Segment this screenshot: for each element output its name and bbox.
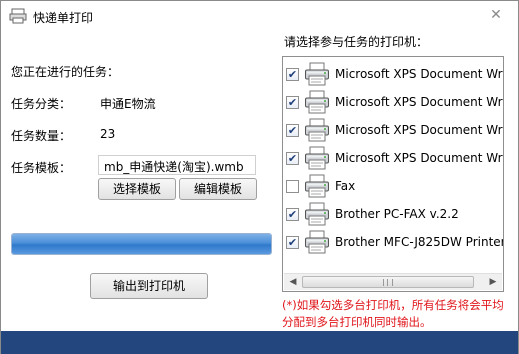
scroll-left-icon[interactable]: ◀ — [286, 276, 300, 288]
status-bar — [1, 331, 518, 354]
select-template-button[interactable]: 选择模板 — [98, 178, 176, 200]
app-printer-icon — [9, 8, 27, 24]
printer-name: Microsoft XPS Document Writer — [335, 67, 504, 81]
printer-name: Brother MFC-J825DW Printer — [335, 235, 504, 249]
title-bar: 快递单打印 ✕ — [1, 1, 518, 31]
window-title: 快递单打印 — [33, 11, 94, 25]
count-label: 任务数量： — [11, 129, 72, 143]
scroll-thumb[interactable] — [302, 276, 474, 288]
category-value: 申通E物流 — [100, 97, 156, 111]
printer-checkbox[interactable]: ✔ — [286, 124, 299, 137]
printer-icon — [304, 90, 330, 114]
close-icon[interactable]: ✕ — [488, 7, 504, 23]
printer-checkbox[interactable] — [286, 180, 299, 193]
edit-template-button[interactable]: 编辑模板 — [179, 178, 257, 200]
printer-name: Microsoft XPS Document Writer — [335, 151, 504, 165]
printer-icon — [304, 202, 330, 226]
progress-bar — [11, 233, 272, 255]
progress-fill — [12, 234, 271, 254]
template-label: 任务模板： — [11, 161, 72, 175]
printer-item[interactable]: ✔ Microsoft XPS Document Writer — [283, 116, 503, 144]
template-field[interactable]: mb_申通快递(淘宝).wmb — [98, 155, 256, 175]
tasks-heading: 您正在进行的任务： — [11, 65, 120, 79]
printer-list[interactable]: ✔ Microsoft XPS Document Writer ✔ Microsoft… — [282, 56, 504, 292]
count-value: 23 — [100, 127, 116, 141]
printer-checkbox[interactable]: ✔ — [286, 208, 299, 221]
printer-name: Microsoft XPS Document Writer — [335, 123, 504, 137]
printer-item[interactable]: ✔ Brother MFC-J825DW Printer — [283, 228, 503, 256]
printer-checkbox[interactable]: ✔ — [286, 236, 299, 249]
printer-icon — [304, 230, 330, 254]
printer-item[interactable]: ✔ Microsoft XPS Document Writer — [283, 88, 503, 116]
horizontal-scrollbar[interactable]: ◀ ▶ — [284, 273, 502, 290]
printer-heading: 请选择参与任务的打印机： — [284, 35, 429, 49]
printer-item[interactable]: ✔ Brother PC-FAX v.2.2 — [283, 200, 503, 228]
scroll-right-icon[interactable]: ▶ — [486, 276, 500, 288]
printer-icon — [304, 62, 330, 86]
printer-name: Microsoft XPS Document Writer — [335, 95, 504, 109]
print-to-printer-button[interactable]: 输出到打印机 — [90, 273, 208, 299]
printer-checkbox[interactable]: ✔ — [286, 68, 299, 81]
printer-name: Brother PC-FAX v.2.2 — [335, 207, 459, 221]
printer-icon — [304, 174, 330, 198]
printer-icon — [304, 146, 330, 170]
category-label: 任务分类： — [11, 97, 72, 111]
printer-checkbox[interactable]: ✔ — [286, 152, 299, 165]
multi-printer-note: (*)如果勾选多台打印机，所有任务将会平均分配到多台打印机同时输出。 — [282, 298, 504, 329]
printer-item[interactable]: ✔ Microsoft XPS Document Writer — [283, 60, 503, 88]
printer-icon — [304, 118, 330, 142]
print-dialog-window: 快递单打印 ✕ 您正在进行的任务： 任务分类： 申通E物流 任务数量： 23 任… — [0, 0, 519, 354]
printer-name: Fax — [335, 179, 356, 193]
printer-item[interactable]: ✔ Microsoft XPS Document Writer — [283, 144, 503, 172]
grip-icon — [383, 279, 393, 286]
printer-checkbox[interactable]: ✔ — [286, 96, 299, 109]
printer-item[interactable]: Fax — [283, 172, 503, 200]
